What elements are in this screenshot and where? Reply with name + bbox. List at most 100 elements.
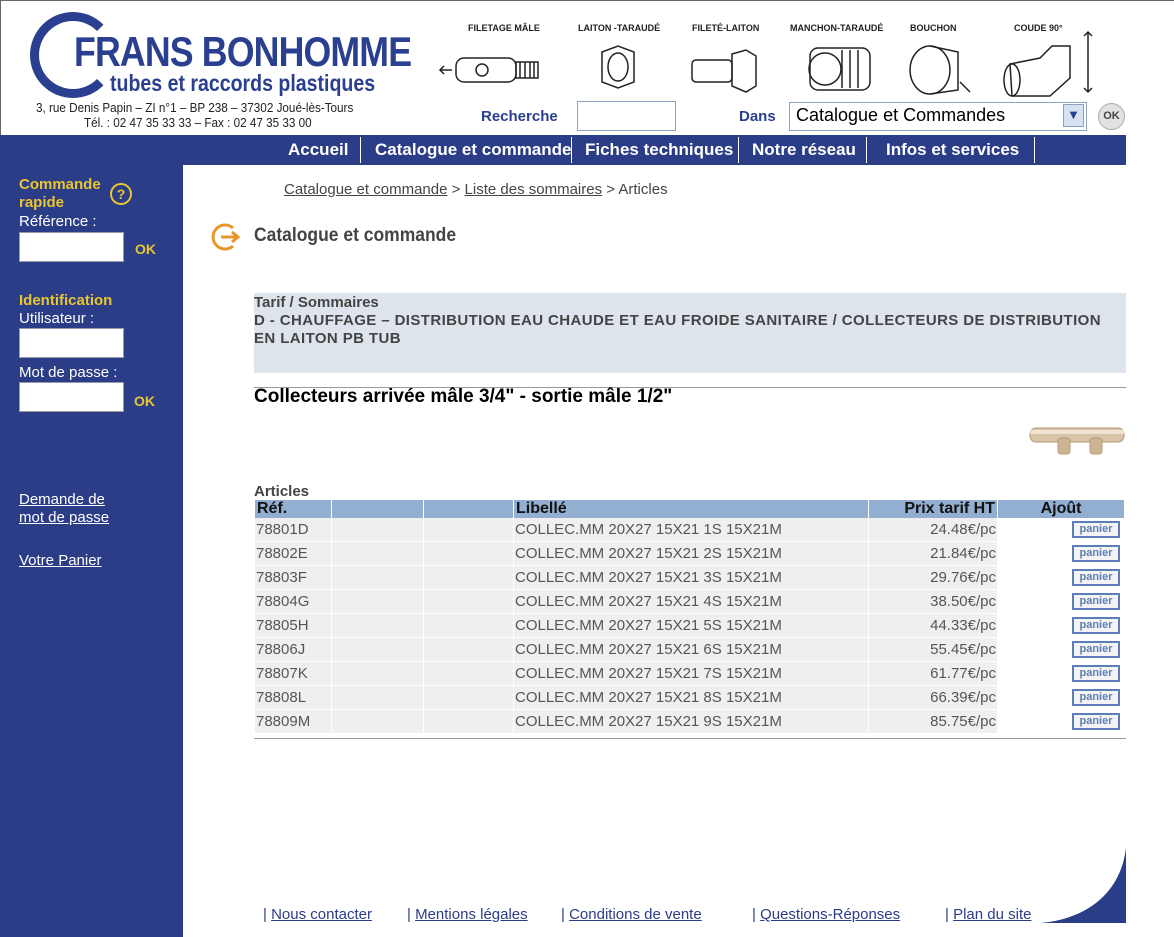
cell-price: 29.76€/pc: [869, 566, 997, 590]
male-thread-fitting: [455, 57, 517, 83]
table-row: 78806J COLLEC.MM 20X27 15X21 6S 15X21M 55.…: [255, 638, 1124, 662]
footer-separator: |: [752, 906, 756, 923]
cell-price: 66.39€/pc: [869, 686, 997, 710]
footer-link-faq[interactable]: | Questions-Réponses: [752, 906, 900, 923]
footer-separator: |: [561, 906, 565, 923]
table-row: 78805H COLLEC.MM 20X27 15X21 5S 15X21M 44.…: [255, 614, 1124, 638]
password-request-link-line: Demande de: [19, 491, 105, 508]
cell-price: 24.48€/pc: [869, 518, 997, 542]
cell-blank: [424, 686, 513, 710]
articles-body: 78801D COLLEC.MM 20X27 15X21 1S 15X21M 24.…: [255, 518, 1124, 734]
product-title: Collecteurs arrivée mâle 3/4" - sortie m…: [254, 386, 673, 407]
add-to-cart-button[interactable]: panier: [1072, 617, 1120, 635]
chevron-down-icon[interactable]: ▼: [1063, 104, 1084, 127]
brand-name[interactable]: FRANS BONHOMME: [74, 28, 412, 76]
cell-add: panier: [998, 710, 1124, 734]
table-header-row: Réf. Libellé Prix tarif HT Ajoût: [255, 500, 1124, 518]
nav-accueil[interactable]: Accueil: [288, 135, 348, 165]
cell-blank: [332, 710, 423, 734]
add-to-cart-button[interactable]: panier: [1072, 689, 1120, 707]
add-to-cart-button[interactable]: panier: [1072, 665, 1120, 683]
footer-link-terms[interactable]: | Conditions de vente: [561, 906, 702, 923]
cell-ref: 78809M: [255, 710, 331, 734]
cell-add: panier: [998, 566, 1124, 590]
cell-blank: [332, 518, 423, 542]
add-to-cart-button[interactable]: panier: [1072, 593, 1120, 611]
header-blank: [424, 500, 513, 518]
cell-blank: [332, 686, 423, 710]
footer-link-label[interactable]: Plan du site: [953, 906, 1031, 923]
articles-caption: Articles: [254, 483, 310, 500]
add-to-cart-button[interactable]: panier: [1072, 569, 1120, 587]
user-input[interactable]: [19, 328, 124, 358]
header-blank: [332, 500, 423, 518]
nav-separator: [738, 137, 739, 163]
nav-fiches-techniques[interactable]: Fiches techniques: [585, 135, 733, 165]
footer-link-label[interactable]: Conditions de vente: [569, 906, 702, 923]
brand-address: 3, rue Denis Papin – ZI n°1 – BP 238 – 3…: [36, 100, 354, 115]
add-to-cart-button[interactable]: panier: [1072, 545, 1120, 563]
cell-blank: [424, 590, 513, 614]
user-label: Utilisateur :: [19, 310, 95, 327]
articles-table: Réf. Libellé Prix tarif HT Ajoût 78801D C…: [254, 500, 1125, 734]
cell-ref: 78802E: [255, 542, 331, 566]
divider: [254, 738, 1126, 739]
breadcrumb-separator: >: [606, 181, 616, 198]
footer-link-label[interactable]: Questions-Réponses: [760, 906, 900, 923]
search-input[interactable]: [577, 101, 676, 131]
cell-price: 61.77€/pc: [869, 662, 997, 686]
product-image: [1029, 427, 1125, 455]
quick-order-ok-button[interactable]: OK: [135, 241, 156, 257]
table-row: 78807K COLLEC.MM 20X27 15X21 7S 15X21M 61.…: [255, 662, 1124, 686]
header-price: Prix tarif HT: [869, 500, 997, 518]
password-input[interactable]: [19, 382, 124, 412]
cell-add: panier: [998, 518, 1124, 542]
reference-input[interactable]: [19, 232, 124, 262]
reference-label: Référence :: [19, 213, 97, 230]
footer-link-sitemap[interactable]: | Plan du site: [945, 906, 1031, 923]
cell-blank: [424, 614, 513, 638]
cell-ref: 78803F: [255, 566, 331, 590]
header-add: Ajoût: [998, 500, 1124, 518]
footer-link-label[interactable]: Mentions légales: [415, 906, 528, 923]
footer-separator: |: [407, 906, 411, 923]
threaded-brass-fitting: [691, 59, 733, 83]
footer-link-contact[interactable]: | Nous contacter: [263, 906, 372, 923]
password-request-link[interactable]: Demande de mot de passe: [19, 491, 109, 527]
quick-order-title: Commande rapide: [19, 176, 101, 212]
search-ok-button[interactable]: OK: [1098, 103, 1125, 130]
cell-label: COLLEC.MM 20X27 15X21 6S 15X21M: [514, 638, 868, 662]
scope-select[interactable]: Catalogue et Commandes: [789, 102, 1087, 131]
cell-label: COLLEC.MM 20X27 15X21 3S 15X21M: [514, 566, 868, 590]
help-icon[interactable]: ?: [110, 183, 132, 205]
nav-catalogue[interactable]: Catalogue et commande: [375, 135, 572, 165]
top-border: [0, 0, 1174, 1]
cell-price: 85.75€/pc: [869, 710, 997, 734]
login-ok-button[interactable]: OK: [134, 393, 155, 409]
breadcrumb-item-catalogue[interactable]: Catalogue et commande: [284, 181, 447, 198]
cell-label: COLLEC.MM 20X27 15X21 9S 15X21M: [514, 710, 868, 734]
add-to-cart-button[interactable]: panier: [1072, 641, 1120, 659]
cell-ref: 78805H: [255, 614, 331, 638]
cell-blank: [424, 566, 513, 590]
scope-label: Dans: [739, 108, 776, 125]
nav-infos-services[interactable]: Infos et services: [886, 135, 1019, 165]
cell-label: COLLEC.MM 20X27 15X21 1S 15X21M: [514, 518, 868, 542]
cart-link[interactable]: Votre Panier: [19, 552, 102, 570]
breadcrumb-item-sommaires[interactable]: Liste des sommaires: [465, 181, 603, 198]
cell-price: 38.50€/pc: [869, 590, 997, 614]
add-to-cart-button[interactable]: panier: [1072, 713, 1120, 731]
footer-link-label[interactable]: Nous contacter: [271, 906, 372, 923]
cell-price: 21.84€/pc: [869, 542, 997, 566]
add-to-cart-button[interactable]: panier: [1072, 521, 1120, 539]
tarif-path: D - CHAUFFAGE – DISTRIBUTION EAU CHAUDE …: [254, 312, 1101, 347]
footer-link-legal[interactable]: | Mentions légales: [407, 906, 528, 923]
cell-price: 55.45€/pc: [869, 638, 997, 662]
nav-notre-reseau[interactable]: Notre réseau: [752, 135, 856, 165]
footer-separator: |: [945, 906, 949, 923]
cell-blank: [424, 662, 513, 686]
nav-separator: [866, 137, 867, 163]
cell-add: panier: [998, 590, 1124, 614]
fitting-label: BOUCHON: [910, 23, 957, 33]
cell-label: COLLEC.MM 20X27 15X21 2S 15X21M: [514, 542, 868, 566]
